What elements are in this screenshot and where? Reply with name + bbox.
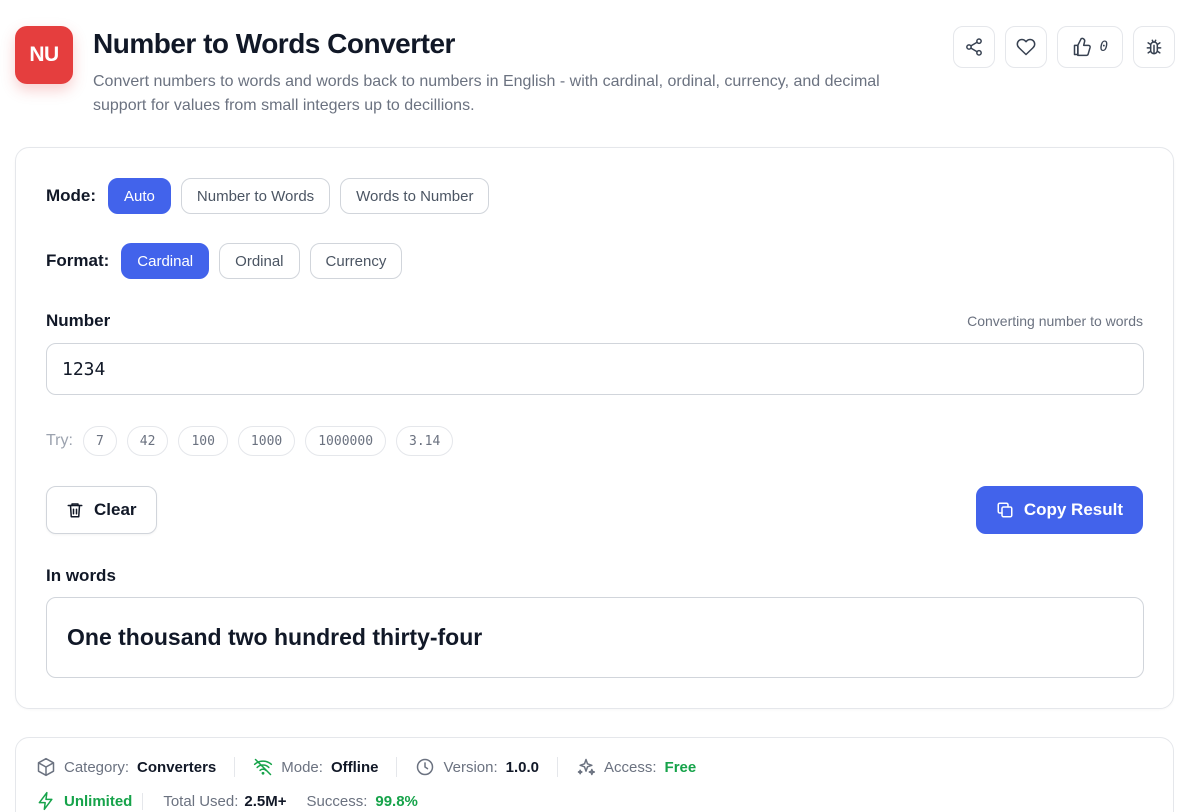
- mode-info-label: Mode:: [281, 758, 323, 776]
- format-label: Format:: [46, 251, 110, 270]
- bolt-icon: [38, 791, 53, 811]
- like-count: 0: [1099, 39, 1108, 55]
- version-info: Version: 1.0.0: [396, 757, 557, 777]
- page-title: Number to Words Converter: [93, 28, 455, 59]
- format-option-cardinal[interactable]: Cardinal: [121, 243, 210, 279]
- clear-button[interactable]: Clear: [46, 486, 157, 534]
- success-label: Success:: [306, 792, 368, 810]
- conversion-direction-hint: Converting number to words: [967, 313, 1143, 329]
- heart-icon: [1016, 38, 1035, 56]
- tool-info-bar: Category: Converters Mode: Offline Versi…: [15, 737, 1174, 812]
- unlimited-badge: Unlimited: [36, 791, 142, 811]
- number-field-label: Number: [46, 311, 111, 330]
- copy-result-button[interactable]: Copy Result: [975, 486, 1143, 534]
- tool-info-row: Category: Converters Mode: Offline Versi…: [36, 757, 714, 777]
- mode-selector: Mode: Auto Number to Words Words to Numb…: [46, 178, 490, 214]
- total-used-label: Total Used:: [163, 792, 239, 810]
- clear-button-label: Clear: [94, 500, 137, 519]
- example-chip[interactable]: 42: [126, 426, 169, 456]
- mode-option-number-to-words[interactable]: Number to Words: [180, 178, 331, 214]
- cube-icon: [37, 757, 55, 777]
- mode-info: Mode: Offline: [234, 757, 396, 777]
- category-info: Category: Converters: [36, 757, 234, 777]
- page-header: NU Number to Words Converter Convert num…: [15, 26, 1175, 126]
- version-value: 1.0.0: [505, 758, 540, 776]
- example-chip[interactable]: 7: [82, 426, 117, 456]
- sparkles-icon: [577, 758, 596, 776]
- page-subtitle: Convert numbers to words and words back …: [93, 73, 880, 114]
- header-actions: 0: [952, 26, 1175, 68]
- example-chip[interactable]: 3.14: [396, 426, 454, 456]
- mode-label: Mode:: [46, 186, 97, 205]
- copy-icon: [997, 502, 1013, 518]
- version-label: Version:: [443, 758, 498, 776]
- app-logo: NU: [15, 26, 73, 84]
- words-output: One thousand two hundred thirty-four: [46, 597, 1144, 678]
- output-label: In words: [46, 566, 116, 585]
- example-chip[interactable]: 1000: [237, 426, 296, 456]
- try-examples: Try: 7 42 100 1000 1000000 3.14: [46, 426, 454, 456]
- access-info: Access: Free: [557, 757, 714, 777]
- format-option-ordinal[interactable]: Ordinal: [219, 243, 300, 279]
- unlimited-label: Unlimited: [64, 792, 133, 810]
- try-label: Try:: [46, 432, 73, 449]
- access-label: Access:: [604, 758, 657, 776]
- total-used-value: 2.5M+: [244, 792, 287, 810]
- clock-icon: [417, 758, 434, 776]
- success-rate-info: Success: 99.8%: [297, 793, 428, 810]
- bug-icon: [1146, 39, 1162, 55]
- example-chip[interactable]: 100: [178, 426, 228, 456]
- like-button[interactable]: 0: [1056, 26, 1123, 68]
- format-selector: Format: Cardinal Ordinal Currency: [46, 243, 403, 279]
- favorite-button[interactable]: [1004, 26, 1047, 68]
- number-input[interactable]: [46, 343, 1144, 395]
- share-icon: [965, 38, 982, 56]
- mode-option-words-to-number[interactable]: Words to Number: [340, 178, 490, 214]
- report-bug-button[interactable]: [1133, 26, 1175, 68]
- format-option-currency[interactable]: Currency: [309, 243, 403, 279]
- total-used-info: Total Used: 2.5M+: [142, 792, 296, 810]
- access-value: Free: [664, 758, 697, 776]
- wifi-off-icon: [254, 758, 273, 776]
- converter-card: Mode: Auto Number to Words Words to Numb…: [15, 147, 1174, 709]
- trash-icon: [67, 503, 83, 518]
- thumbs-up-icon: [1073, 37, 1091, 57]
- mode-option-auto[interactable]: Auto: [108, 178, 171, 214]
- usage-stats-row: Unlimited Total Used: 2.5M+ Success: 99.…: [36, 791, 428, 811]
- copy-button-label: Copy Result: [1023, 500, 1123, 519]
- category-value: Converters: [137, 758, 217, 776]
- example-chip[interactable]: 1000000: [305, 426, 387, 456]
- mode-info-value: Offline: [330, 758, 379, 776]
- share-button[interactable]: [952, 26, 995, 68]
- success-value: 99.8%: [375, 792, 418, 810]
- category-label: Category:: [64, 758, 130, 776]
